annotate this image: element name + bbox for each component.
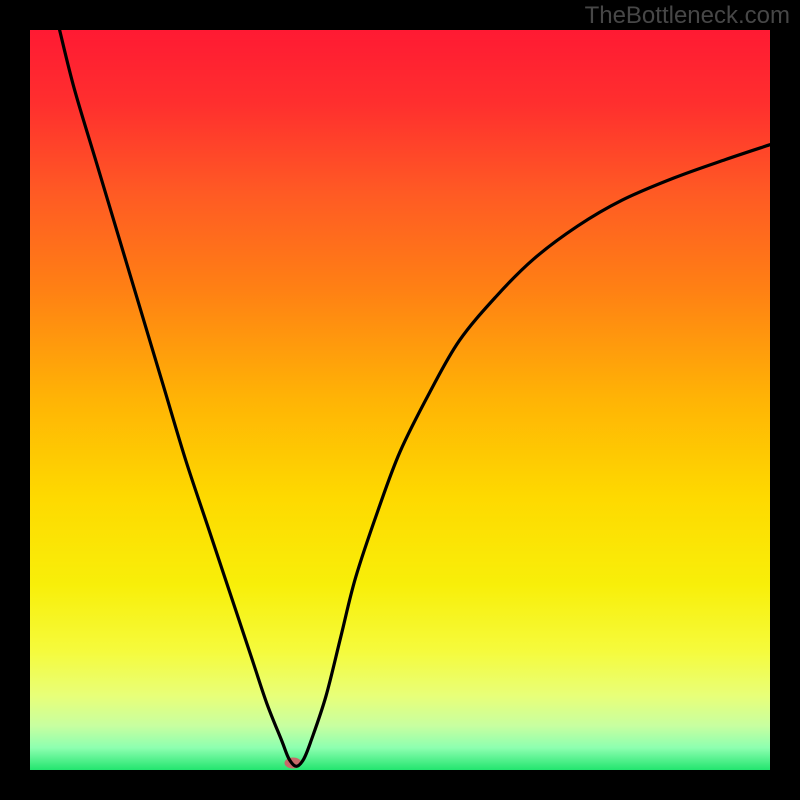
curve-layer [30, 30, 770, 770]
plot-area [30, 30, 770, 770]
watermark-text: TheBottleneck.com [585, 2, 790, 30]
chart-container: TheBottleneck.com [0, 0, 800, 800]
bottleneck-curve-path [60, 30, 770, 766]
